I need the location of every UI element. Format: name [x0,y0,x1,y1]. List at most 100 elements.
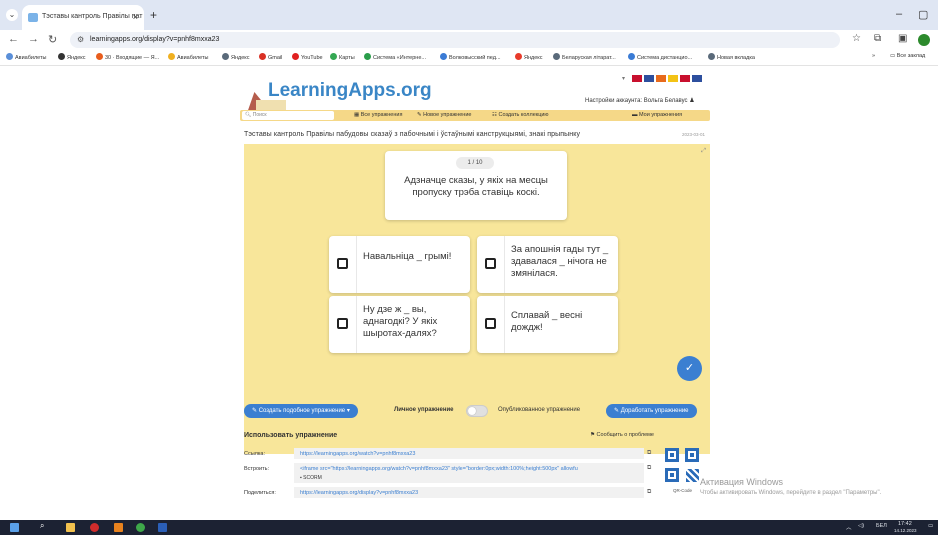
bookmark-item[interactable]: Карты [330,53,355,61]
link-field[interactable]: https://learningapps.org/watch?v=pnhf8mx… [294,448,644,459]
create-similar-button[interactable]: ✎ Создать подобное упражнение ▾ [244,404,358,418]
search-icon[interactable]: ⌕ [40,521,49,530]
all-bookmarks-folder[interactable]: ▭ Все заклад [890,53,925,59]
report-problem-link[interactable]: ⚑ Сообщить о проблеме [590,432,654,438]
notifications-icon[interactable]: ▭ [928,523,933,529]
bookmark-item[interactable]: 30 · Входящие — Я... [96,53,159,61]
checkbox[interactable] [337,318,348,329]
reload-icon[interactable]: ↻ [48,33,57,46]
share-field[interactable]: https://learningapps.org/display?v=pnhf8… [294,487,644,498]
address-bar[interactable]: ⚙ learningapps.org/display?v=pnhf8mxxa23 [70,32,840,48]
bookmark-favicon-icon [6,53,13,60]
bookmark-item[interactable]: Система «Интерне... [364,53,426,61]
search-icon: 🔍︎ [245,112,252,118]
tab-close-icon[interactable]: × [133,12,138,22]
maximize-button[interactable]: ▢ [918,8,928,21]
menu-create-collection[interactable]: ☷ Создать коллекцию [492,112,549,118]
opera-icon[interactable] [90,523,99,532]
copy-icon[interactable]: ⧉ [647,465,651,472]
exercise-title: Тэставы кантроль Правілы пабудовы сказаў… [244,131,581,138]
copy-icon[interactable]: ⧉ [647,489,651,496]
chevron-down-icon: ▾ [345,408,350,414]
question-counter: 1 / 10 [456,157,494,169]
bookmark-item[interactable]: Авиабилеты [168,53,209,61]
bookmark-star-icon[interactable]: ☆ [852,33,861,44]
qr-code-icon[interactable] [665,448,701,484]
bookmark-item[interactable]: Gmail [259,53,282,61]
chrome-icon[interactable] [136,523,145,532]
improve-exercise-button[interactable]: ✎ Доработать упражнение [606,404,697,418]
question-card: 1 / 10 Адзначце сказы, у якіх на месцы п… [385,151,567,220]
flag-icon[interactable] [680,75,690,82]
option-text: Сплавай _ весні дождж! [511,310,583,333]
checkbox[interactable] [337,258,348,269]
tray-up-arrow-icon[interactable]: ︿ [846,523,852,531]
windows-start-icon[interactable] [10,523,19,532]
site-logo[interactable]: LearningApps.org [246,78,432,116]
fullscreen-icon[interactable]: ⤢ [701,148,706,155]
bookmark-item[interactable]: Новая вкладка [708,53,755,61]
option-divider [504,296,505,353]
bookmark-item[interactable]: Яндекс [58,53,86,61]
visibility-toggle[interactable] [466,405,488,417]
flag-icon[interactable] [656,75,666,82]
checkbox[interactable] [485,318,496,329]
browser-toolbar: ← → ↻ ⚙ learningapps.org/display?v=pnhf8… [0,30,938,50]
answer-option-2[interactable]: За апошнія гады тут _ здавалася _ нічога… [477,236,618,293]
keyboard-language[interactable]: БЕЛ [876,523,887,529]
menu-all-exercises[interactable]: ▦ Все упражнения [354,112,402,118]
site-settings-icon[interactable]: ⚙ [77,35,84,44]
bookmark-item[interactable]: YouTube [292,53,323,61]
user-icon: ♟ [689,98,695,104]
bookmark-item[interactable]: Система дистанцио... [628,53,692,61]
grid-icon: ▦ [354,112,361,118]
new-tab-button[interactable]: + [150,8,157,22]
option-text: Ну дзе ж _ вы, аднагодкі? У якіх шыротах… [363,304,438,339]
account-settings[interactable]: Настройки аккаунта: Вольга Белавус ♟ [585,97,695,104]
dropdown-arrow-icon[interactable]: ▾ [622,75,632,82]
flag-icon[interactable] [644,75,654,82]
menu-new-exercise[interactable]: ✎ Новое упражнение [417,112,471,118]
bookmark-favicon-icon [330,53,337,60]
row-label: Поделиться: [244,490,276,496]
forward-arrow-icon[interactable]: → [28,33,39,45]
published-label: Опубликованное упражнение [498,407,581,413]
bookmark-item[interactable]: Яндекс [515,53,543,61]
bookmark-favicon-icon [628,53,635,60]
check-answer-button[interactable]: ✓ [677,356,702,381]
bookmark-item[interactable]: Яндекс [222,53,250,61]
answer-option-3[interactable]: Ну дзе ж _ вы, аднагодкі? У якіх шыротах… [329,296,470,353]
scorm-download[interactable]: ▪ SCORM [300,475,322,481]
minimize-button[interactable]: – [896,8,902,20]
menu-my-exercises[interactable]: ▬ Мои упражнения [632,112,682,118]
extensions-icon[interactable]: ⧉ [874,33,881,44]
tab-search-dropdown-icon[interactable]: ⌄ [6,9,18,21]
file-explorer-icon[interactable] [66,523,75,532]
bookmark-item[interactable]: Авиабилеты [6,53,47,61]
answer-option-1[interactable]: Навальніца _ грымі! [329,236,470,293]
volume-icon[interactable]: ◁) [858,523,864,529]
bookmark-item[interactable]: Волковысский пед... [440,53,501,61]
back-arrow-icon[interactable]: ← [8,33,19,45]
logo-text: LearningApps.org [268,80,432,101]
bookmarks-overflow-button[interactable]: » [872,53,875,59]
copy-icon[interactable]: ⧉ [647,450,651,457]
flag-icon[interactable] [668,75,678,82]
embed-field[interactable]: <iframe src="https://learningapps.org/wa… [294,463,644,483]
sidepanel-icon[interactable]: ▣ [898,33,907,44]
answer-option-4[interactable]: Сплавай _ весні дождж! [477,296,618,353]
clock-date[interactable]: 14.12.2023 [894,528,917,533]
bookmark-favicon-icon [364,53,371,60]
option-divider [356,236,357,293]
flag-icon[interactable] [632,75,642,82]
flag-icon[interactable] [692,75,702,82]
checkbox[interactable] [485,258,496,269]
app-icon[interactable] [114,523,123,532]
word-icon[interactable] [158,523,167,532]
bookmark-item[interactable]: Беларуская літарат... [553,53,616,61]
browser-tab[interactable]: Тэставы кантроль Правілы пат × [22,5,144,30]
folder-icon: ▬ [632,112,640,118]
profile-avatar[interactable] [918,34,930,46]
search-input[interactable]: 🔍︎ Поиск [242,111,334,120]
clock-time[interactable]: 17:42 [898,521,912,527]
